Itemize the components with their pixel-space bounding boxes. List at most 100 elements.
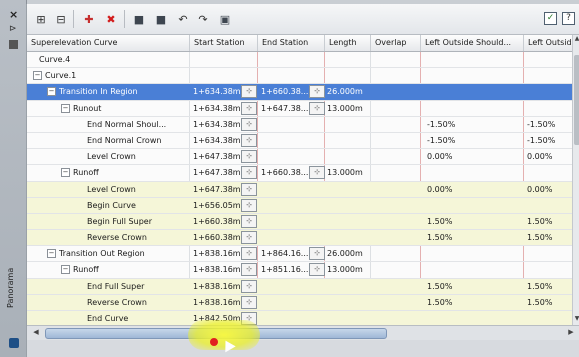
scroll-up-icon[interactable]: ▲ (573, 35, 579, 45)
pick-station-icon[interactable]: ⊹ (309, 85, 325, 99)
cell-left-outside-shoulder[interactable] (427, 52, 487, 67)
close-icon[interactable]: × (9, 8, 18, 21)
cell-curve-name[interactable]: Runout (73, 101, 189, 116)
pick-station-icon[interactable]: ⊹ (241, 263, 257, 277)
cell-left-outside[interactable]: -1.50% (527, 133, 571, 148)
cell-left-outside[interactable]: 1.50% (527, 279, 571, 294)
cell-end-station[interactable]: 1+660.38... (261, 165, 309, 180)
pick-station-icon[interactable]: ⊹ (309, 166, 325, 180)
table-row[interactable]: Begin Curve 1+656.05m ⊹ (27, 197, 572, 214)
pick-station-icon[interactable]: ⊹ (241, 214, 257, 228)
cell-start-station[interactable]: 1+634.38m (193, 84, 241, 99)
tree-toggle-icon[interactable]: − (47, 87, 56, 97)
cell-start-station[interactable] (193, 68, 241, 83)
tree-toggle-icon[interactable]: − (61, 265, 70, 275)
cell-end-station[interactable]: 1+851.16... (261, 262, 309, 277)
cell-end-station[interactable] (261, 230, 309, 245)
pick-station-icon[interactable]: ⊹ (241, 231, 257, 245)
scroll-down-icon[interactable]: ▼ (573, 315, 579, 325)
pick-station-icon[interactable]: ⊹ (241, 150, 257, 164)
cell-left-outside-shoulder[interactable]: 1.50% (427, 279, 487, 294)
cell-length[interactable]: 13.000m (327, 101, 369, 116)
pick-station-icon[interactable]: ⊹ (241, 198, 257, 212)
cell-start-station[interactable]: 1+634.38m (193, 117, 241, 132)
redo-icon[interactable]: ↷ (195, 11, 211, 27)
cell-start-station[interactable]: 1+634.38m (193, 101, 241, 116)
col-superelevation-curve[interactable]: Superelevation Curve (27, 35, 190, 51)
expand-icon[interactable]: ⊞ (33, 11, 49, 27)
help-icon[interactable]: ? (562, 12, 575, 25)
cell-curve-name[interactable]: Level Crown (87, 149, 189, 164)
cell-left-outside[interactable] (527, 198, 571, 213)
scroll-right-icon[interactable]: ▶ (566, 328, 576, 338)
table-row[interactable]: − Transition In Region 1+634.38m ⊹ 1+660.38.… (27, 84, 572, 101)
cell-left-outside[interactable] (527, 311, 571, 325)
cell-end-station[interactable]: 1+660.38... (261, 84, 309, 99)
palette-grip-icon[interactable] (9, 40, 18, 49)
cell-length[interactable] (327, 149, 369, 164)
col-length[interactable]: Length (325, 35, 371, 51)
table-row[interactable]: End Normal Shoul... 1+634.38m ⊹ -1.50% -1.50… (27, 117, 572, 133)
col-overlap[interactable]: Overlap (371, 35, 421, 51)
pick-station-icon[interactable]: ⊹ (241, 101, 257, 115)
cell-left-outside[interactable]: 0.00% (527, 149, 571, 164)
cell-end-station[interactable] (261, 117, 309, 132)
cell-start-station[interactable] (193, 52, 241, 67)
cell-end-station[interactable]: 1+647.38... (261, 101, 309, 116)
cell-end-station[interactable] (261, 133, 309, 148)
cell-end-station[interactable] (261, 198, 309, 213)
table-row[interactable]: End Normal Crown 1+634.38m ⊹ -1.50% -1.50% (27, 133, 572, 150)
cell-left-outside[interactable] (527, 165, 571, 180)
pick-station-icon[interactable]: ⊹ (241, 166, 257, 180)
cell-curve-name[interactable]: Reverse Crown (87, 230, 189, 245)
cell-start-station[interactable]: 1+838.16m (193, 262, 241, 277)
cell-left-outside-shoulder[interactable] (427, 198, 487, 213)
cell-start-station[interactable]: 1+634.38m (193, 133, 241, 148)
table-row[interactable]: Level Crown 1+647.38m ⊹ 0.00% 0.00% (27, 149, 572, 166)
table-row[interactable]: − Runoff 1+838.16m ⊹ 1+851.16... ⊹ 13.000m (27, 262, 572, 279)
cell-length[interactable] (327, 311, 369, 325)
table-row[interactable]: End Curve 1+842.50m ⊹ (27, 311, 572, 325)
table-row[interactable]: End Full Super 1+838.16m ⊹ 1.50% 1.50% (27, 278, 572, 295)
cell-length[interactable]: 13.000m (327, 165, 369, 180)
col-left-outside-shoulder[interactable]: Left Outside Should... (421, 35, 524, 51)
cell-length[interactable]: 13.000m (327, 262, 369, 277)
cell-left-outside[interactable] (527, 84, 571, 99)
collapse-icon[interactable]: ⊟ (53, 11, 69, 27)
cell-end-station[interactable] (261, 182, 309, 197)
col-end-station[interactable]: End Station (258, 35, 325, 51)
cell-left-outside-shoulder[interactable]: 1.50% (427, 214, 487, 229)
cell-start-station[interactable]: 1+838.16m (193, 246, 241, 261)
cell-curve-name[interactable]: End Normal Crown (87, 133, 189, 148)
table-row[interactable]: Begin Full Super 1+660.38m ⊹ 1.50% 1.50% (27, 213, 572, 231)
cell-left-outside[interactable]: 1.50% (527, 295, 571, 310)
pick-station-icon[interactable]: ⊹ (241, 295, 257, 309)
cell-left-outside[interactable] (527, 101, 571, 116)
table-row[interactable]: − Runout 1+634.38m ⊹ 1+647.38... ⊹ 13.000m (27, 101, 572, 117)
pick-station-icon[interactable]: ⊹ (241, 279, 257, 293)
cell-curve-name[interactable]: Begin Full Super (87, 214, 189, 229)
export-icon[interactable]: ▣ (217, 11, 233, 27)
cell-end-station[interactable] (261, 295, 309, 310)
cell-length[interactable] (327, 52, 369, 67)
cell-start-station[interactable]: 1+838.16m (193, 279, 241, 294)
cell-left-outside-shoulder[interactable]: -1.50% (427, 133, 487, 148)
cell-end-station[interactable] (261, 279, 309, 294)
cell-left-outside[interactable]: -1.50% (527, 117, 571, 132)
cell-length[interactable]: 26.000m (327, 84, 369, 99)
table-row[interactable]: Reverse Crown 1+838.16m ⊹ 1.50% 1.50% (27, 294, 572, 311)
pick-station-icon[interactable]: ⊹ (241, 117, 257, 131)
cell-left-outside-shoulder[interactable]: 0.00% (427, 182, 487, 197)
pick-station-icon[interactable]: ⊹ (241, 133, 257, 147)
col-start-station[interactable]: Start Station (190, 35, 258, 51)
cell-curve-name[interactable]: Transition In Region (59, 84, 189, 99)
cell-left-outside-shoulder[interactable]: 0.00% (427, 149, 487, 164)
cell-left-outside-shoulder[interactable]: 1.50% (427, 230, 487, 245)
cell-left-outside[interactable]: 1.50% (527, 214, 571, 229)
tree-toggle-icon[interactable]: − (61, 168, 70, 178)
cell-left-outside[interactable]: 0.00% (527, 182, 571, 197)
cell-left-outside[interactable] (527, 246, 571, 261)
pick-station-icon[interactable]: ⊹ (241, 182, 257, 196)
cell-length[interactable] (327, 182, 369, 197)
cell-length[interactable] (327, 214, 369, 229)
